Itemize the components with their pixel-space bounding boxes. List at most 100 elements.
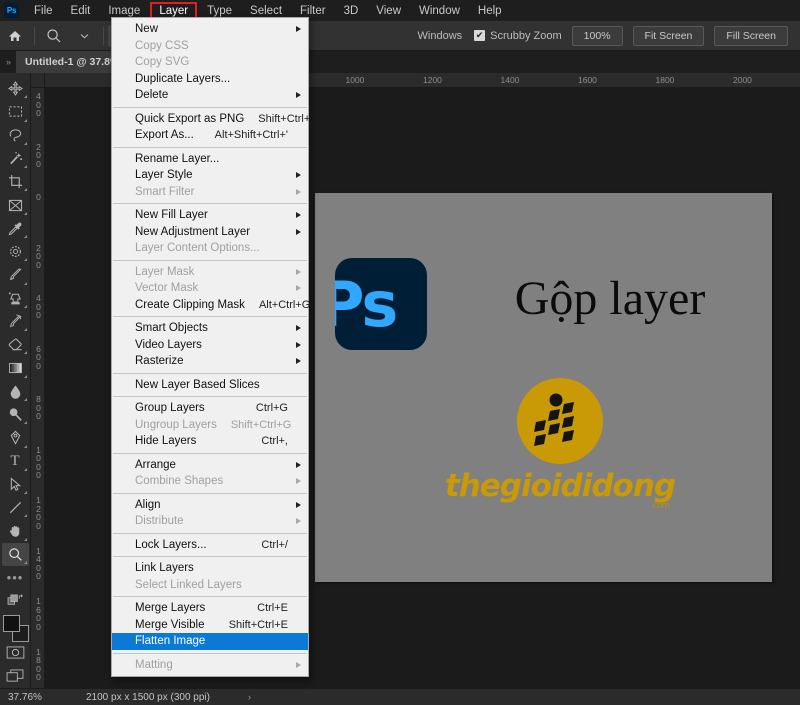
menu-separator xyxy=(113,106,307,108)
eyedropper-tool[interactable] xyxy=(2,217,29,240)
menu-item-new-layer-based-slices[interactable]: New Layer Based Slices xyxy=(112,377,308,394)
menu-item-new[interactable]: New xyxy=(112,21,308,38)
submenu-arrow-icon xyxy=(296,92,301,99)
type-tool[interactable]: T xyxy=(2,450,29,473)
menu-item-label: Link Layers xyxy=(135,562,194,574)
search-icon[interactable] xyxy=(39,21,69,51)
rectangular-marquee-tool[interactable] xyxy=(2,100,29,123)
submenu-arrow-icon xyxy=(296,228,301,235)
menu-item-shortcut: Shift+Ctrl+G xyxy=(230,418,292,431)
menu-3d[interactable]: 3D xyxy=(335,2,368,20)
menu-item-export-as[interactable]: Export As... Alt+Shift+Ctrl+' xyxy=(112,127,308,144)
magic-wand-tool[interactable] xyxy=(2,147,29,170)
lasso-tool[interactable] xyxy=(2,124,29,147)
menu-item-quick-export-as-png[interactable]: Quick Export as PNG Shift+Ctrl+' xyxy=(112,111,312,128)
menu-item-label: Arrange xyxy=(135,458,176,471)
layer-menu-dropdown[interactable]: New Copy CSS Copy SVG Duplicate Layers... De… xyxy=(111,17,312,677)
menu-item-merge-layers[interactable]: Merge Layers Ctrl+E xyxy=(112,600,308,617)
line-tool[interactable] xyxy=(2,496,29,519)
menu-file[interactable]: File xyxy=(25,2,62,20)
submenu-arrow-icon xyxy=(296,325,301,332)
menu-item-smart-objects[interactable]: Smart Objects xyxy=(112,320,308,337)
frame-tool[interactable] xyxy=(2,193,29,216)
menu-item-create-clipping-mask[interactable]: Create Clipping Mask Alt+Ctrl+G xyxy=(112,297,310,314)
menu-item-delete[interactable]: Delete xyxy=(112,87,308,104)
menu-item-label: Ungroup Layers xyxy=(135,418,217,431)
home-icon[interactable] xyxy=(0,21,30,51)
photoshop-window: Ps File Edit Image Layer Type Select Filter 3D V… xyxy=(0,0,800,705)
history-brush-tool[interactable] xyxy=(2,310,29,333)
menu-view[interactable]: View xyxy=(367,2,410,20)
clone-stamp-tool[interactable] xyxy=(2,287,29,310)
foreground-color-swatch[interactable] xyxy=(2,615,20,633)
eraser-tool[interactable] xyxy=(2,333,29,356)
ruler-tick-v: 1400 xyxy=(36,545,41,581)
pen-tool[interactable] xyxy=(2,426,29,449)
blur-tool[interactable] xyxy=(2,380,29,403)
ruler-tick-v: 800 xyxy=(36,394,41,421)
status-expand-icon[interactable]: › xyxy=(210,692,251,702)
brand-wordmark-text: thegioididong xyxy=(444,468,676,504)
menu-item-rename-layer[interactable]: Rename Layer... xyxy=(112,151,308,168)
submenu-arrow-icon xyxy=(296,285,301,292)
vertical-ruler[interactable]: 400 200 0 200 400 600 800 1000 1200 1400 1600 1800 xyxy=(31,88,45,688)
fill-screen-button[interactable]: Fill Screen xyxy=(714,25,788,46)
menu-item-label: Duplicate Layers... xyxy=(135,72,231,85)
menu-item-layer-style[interactable]: Layer Style xyxy=(112,167,308,184)
menu-item-shortcut: Alt+Shift+Ctrl+' xyxy=(214,129,288,141)
menu-edit[interactable]: Edit xyxy=(62,2,100,20)
menu-item-ungroup-layers: Ungroup Layers Shift+Ctrl+G xyxy=(112,417,308,434)
quick-mask-mode-icon[interactable] xyxy=(2,641,29,664)
menu-separator xyxy=(113,556,307,557)
hand-tool[interactable] xyxy=(2,519,29,542)
menu-item-link-layers[interactable]: Link Layers xyxy=(112,560,308,577)
submenu-arrow-icon xyxy=(296,518,301,525)
menu-item-duplicate-layers[interactable]: Duplicate Layers... xyxy=(112,71,308,88)
menu-separator xyxy=(113,452,307,454)
menu-item-rasterize[interactable]: Rasterize xyxy=(112,353,308,370)
menu-help[interactable]: Help xyxy=(469,2,511,20)
gradient-tool[interactable] xyxy=(2,356,29,379)
foreground-background-color-swatches[interactable] xyxy=(2,614,29,643)
menu-item-label: Copy SVG xyxy=(135,56,190,68)
dodge-tool[interactable] xyxy=(2,403,29,426)
scrubby-zoom-checkbox[interactable]: ✔ Scrubby Zoom xyxy=(474,30,562,42)
menu-item-label: Combine Shapes xyxy=(135,475,224,487)
menu-item-hide-layers[interactable]: Hide Layers Ctrl+, xyxy=(112,433,308,450)
menu-item-video-layers[interactable]: Video Layers xyxy=(112,337,308,354)
menu-item-new-fill-layer[interactable]: New Fill Layer xyxy=(112,207,308,224)
menu-item-merge-visible[interactable]: Merge Visible Shift+Ctrl+E xyxy=(112,617,308,634)
menu-item-arrange[interactable]: Arrange xyxy=(112,457,308,474)
quick-mask-swap-icon[interactable] xyxy=(2,589,29,612)
menu-item-combine-shapes: Combine Shapes xyxy=(112,473,308,490)
menu-separator xyxy=(113,146,307,148)
menu-item-label: Align xyxy=(135,498,161,511)
screen-mode-icon[interactable] xyxy=(2,665,29,688)
menu-item-smart-filter: Smart Filter xyxy=(112,184,308,201)
menu-item-flatten-image[interactable]: Flatten Image xyxy=(112,633,308,650)
zoom-100-button[interactable]: 100% xyxy=(571,25,623,46)
zoom-tool[interactable] xyxy=(1,542,29,566)
menu-item-distribute: Distribute xyxy=(112,513,308,530)
crop-tool[interactable] xyxy=(2,170,29,193)
edit-toolbar-icon[interactable]: ••• xyxy=(2,566,29,589)
ruler-tick-v: 1600 xyxy=(36,596,41,632)
path-selection-tool[interactable] xyxy=(2,473,29,496)
options-divider-2 xyxy=(103,26,104,45)
menu-item-group-layers[interactable]: Group Layers Ctrl+G xyxy=(112,400,308,417)
menu-item-lock-layers[interactable]: Lock Layers... Ctrl+/ xyxy=(112,537,308,554)
menu-window[interactable]: Window xyxy=(410,2,469,20)
ruler-tick-v: 1200 xyxy=(36,495,41,531)
artboard[interactable]: Ps Gộp layer thegioididong .com xyxy=(315,193,772,582)
zoom-level-field[interactable]: 37.76% xyxy=(0,692,72,703)
menu-item-align[interactable]: Align xyxy=(112,497,308,514)
fit-screen-button[interactable]: Fit Screen xyxy=(632,25,705,46)
collapse-panels-icon[interactable]: » xyxy=(0,57,16,67)
submenu-arrow-icon xyxy=(296,341,301,348)
spot-healing-brush-tool[interactable] xyxy=(2,240,29,263)
brush-tool[interactable] xyxy=(2,263,29,286)
menu-item-new-adjustment-layer[interactable]: New Adjustment Layer xyxy=(112,224,308,241)
chevron-down-icon[interactable] xyxy=(69,21,99,51)
submenu-arrow-icon xyxy=(296,501,301,508)
move-tool[interactable] xyxy=(2,77,29,100)
